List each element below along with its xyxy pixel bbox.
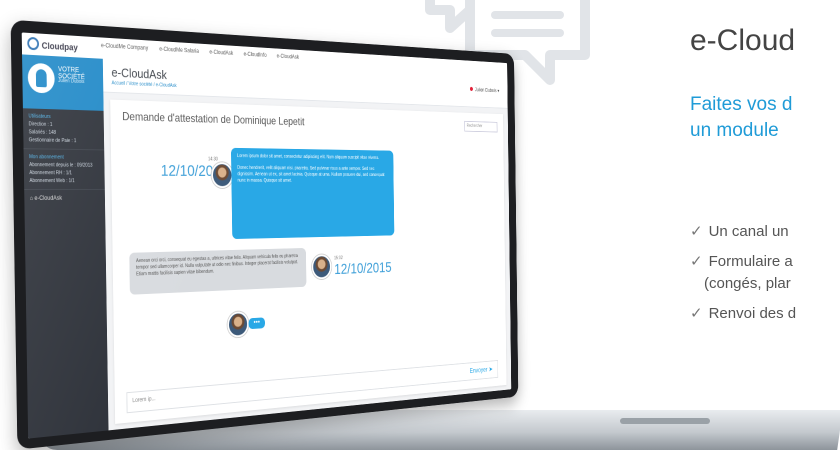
user-name: Julien Dubois: [474, 87, 497, 94]
laptop-notch: [620, 418, 710, 424]
sidebar-item-label: e-CloudAsk: [34, 195, 63, 202]
logo-text: Cloudpay: [41, 40, 78, 53]
send-label: Envoyer: [469, 365, 488, 375]
avatar: [211, 162, 234, 188]
avatar: [227, 311, 249, 338]
module-tabs: e-CloudMe Company e-CloudMe Salaria e-Cl…: [101, 43, 308, 61]
company-user: Julien Dubois: [58, 77, 85, 85]
users-item: Gestionnaire de Paie : 1: [28, 137, 77, 145]
request-title: Demande d'attestation de Dominique Lepet…: [122, 109, 305, 128]
paper-plane-icon: ➤: [488, 365, 493, 373]
cloud-logo-icon: [27, 36, 40, 51]
message-text: Aenean orci orci, consequat eu egestas a…: [135, 253, 299, 278]
message-date: 12/10/2015: [334, 259, 392, 278]
main-content: e-CloudAsk Accueil / Votre société / e-C…: [102, 58, 511, 431]
message-bubble-outgoing: Aenean orci orci, consequat eu egestas a…: [129, 247, 307, 295]
message-input[interactable]: Lorem ip...: [132, 396, 155, 404]
tab-ecloudask-2[interactable]: e-CloudAsk: [277, 54, 299, 61]
message-text: Donec hendrerit, velit aliquam nisi. pha…: [237, 165, 385, 184]
search-input[interactable]: Rechercher: [464, 120, 498, 133]
app-screen: Cloudpay e-CloudMe Company e-CloudMe Sal…: [21, 32, 512, 439]
tab-ecloudme-salaria[interactable]: e-CloudMe Salaria: [159, 47, 199, 55]
subscription-item: Abonnement Web : 1/1: [29, 178, 75, 185]
company-avatar: [27, 62, 55, 94]
send-button[interactable]: Envoyer ➤: [470, 365, 493, 374]
tab-ecloudask[interactable]: e-CloudAsk: [209, 50, 233, 57]
tab-ecloudinfo[interactable]: e-CloudInfo: [244, 52, 267, 59]
avatar: [311, 254, 332, 280]
user-menu[interactable]: Julien Dubois ▾: [470, 86, 499, 94]
laptop: Cloudpay e-CloudMe Company e-CloudMe Sal…: [0, 0, 840, 450]
message-composer[interactable]: Lorem ip... Envoyer ➤: [126, 360, 499, 414]
subscription-block: Mon abonnement Abonnement depuis le : 09…: [23, 149, 105, 190]
message-bubble-incoming: Lorem ipsum dolor sit amet, consectetur …: [230, 147, 395, 240]
sidebar: VOTRE SOCIÉTÉ Julien Dubois Utilisateurs…: [22, 54, 109, 439]
sidebar-item-ecloudask[interactable]: ⌂ e-CloudAsk: [24, 190, 105, 208]
tab-ecloudme-company[interactable]: e-CloudMe Company: [101, 43, 148, 52]
app-logo[interactable]: Cloudpay: [27, 36, 78, 53]
notification-icon: [470, 86, 474, 92]
company-card: VOTRE SOCIÉTÉ Julien Dubois: [22, 54, 104, 111]
conversation-panel: Demande d'attestation de Dominique Lepet…: [110, 99, 507, 424]
message-text: Lorem ipsum dolor sit amet, consectetur …: [237, 153, 380, 161]
users-block: Utilisateurs Direction : 1 Salariés : 14…: [22, 108, 105, 151]
laptop-screen-bezel: Cloudpay e-CloudMe Company e-CloudMe Sal…: [10, 19, 519, 450]
page-title: e-CloudAsk: [111, 65, 167, 82]
typing-indicator: •••: [248, 317, 266, 330]
